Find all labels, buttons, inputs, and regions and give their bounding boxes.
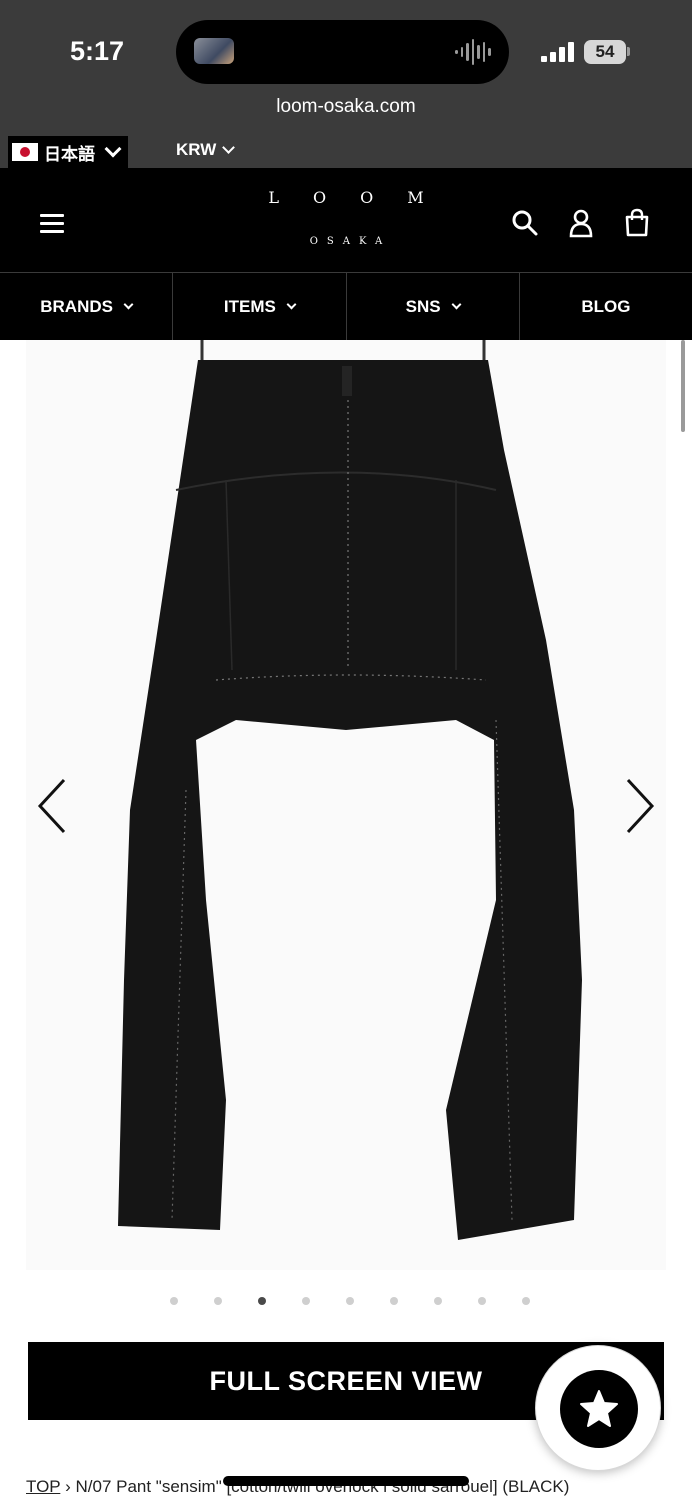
nav-item-brands[interactable]: BRANDS <box>0 273 174 340</box>
gallery-dot[interactable] <box>346 1297 354 1305</box>
gallery-dot[interactable] <box>434 1297 442 1305</box>
language-selector[interactable]: 日本語 <box>8 136 128 168</box>
gallery-dot[interactable] <box>302 1297 310 1305</box>
nav-item-sns[interactable]: SNS <box>347 273 520 340</box>
nav-item-label: BRANDS <box>40 296 113 316</box>
now-playing-thumbnail <box>194 38 234 64</box>
next-image-arrow-icon[interactable] <box>618 776 658 836</box>
chevron-down-icon <box>104 140 122 158</box>
status-time: 5:17 <box>70 36 125 66</box>
home-indicator[interactable] <box>223 1476 469 1486</box>
audio-wave-icon <box>455 38 492 66</box>
nav-item-items[interactable]: ITEMS <box>173 273 347 340</box>
favorite-fab-button[interactable] <box>535 1345 661 1471</box>
star-icon <box>560 1370 638 1448</box>
main-nav: BRANDS ITEMS SNS BLOG <box>0 272 692 340</box>
nav-item-blog[interactable]: BLOG <box>520 273 692 340</box>
gallery-dot-active[interactable] <box>258 1297 266 1305</box>
gallery-dot[interactable] <box>522 1297 530 1305</box>
site-header: LOOM OSAKA <box>0 168 692 272</box>
cart-icon[interactable] <box>622 208 652 238</box>
battery-indicator: 54 <box>584 40 626 64</box>
chevron-down-icon <box>222 141 236 154</box>
chevron-down-icon <box>123 299 134 310</box>
currency-label: KRW <box>176 140 217 159</box>
account-icon[interactable] <box>566 208 596 238</box>
site-logo[interactable]: LOOM <box>0 188 692 207</box>
gallery-dot[interactable] <box>390 1297 398 1305</box>
url-text: loom-osaka.com <box>276 96 416 117</box>
gallery-dot[interactable] <box>214 1297 222 1305</box>
language-label: 日本語 <box>44 144 95 164</box>
gallery-pagination <box>0 1297 692 1307</box>
product-image <box>26 340 666 1270</box>
dynamic-island[interactable] <box>176 20 509 84</box>
product-image-gallery[interactable] <box>26 340 666 1270</box>
chevron-down-icon <box>286 299 297 310</box>
breadcrumb-top-link[interactable]: TOP <box>26 1477 60 1496</box>
nav-item-label: SNS <box>405 296 441 316</box>
breadcrumb-separator: › <box>65 1477 71 1496</box>
status-bar: 5:17 54 <box>0 0 692 90</box>
browser-url-bar[interactable]: loom-osaka.com <box>0 90 692 130</box>
page-scrollbar[interactable] <box>681 340 685 432</box>
chevron-down-icon <box>451 299 462 310</box>
menu-icon[interactable] <box>40 214 66 234</box>
gallery-dot[interactable] <box>170 1297 178 1305</box>
search-icon[interactable] <box>510 208 540 238</box>
nav-item-label: ITEMS <box>223 296 276 316</box>
locale-bar: 日本語 KRW <box>0 130 692 168</box>
currency-selector[interactable]: KRW <box>176 140 236 160</box>
gallery-dot[interactable] <box>478 1297 486 1305</box>
battery-tip-icon <box>627 47 630 56</box>
previous-image-arrow-icon[interactable] <box>34 776 74 836</box>
cellular-signal-icon <box>541 42 575 62</box>
nav-item-label: BLOG <box>581 296 631 316</box>
japan-flag-icon <box>12 143 38 161</box>
